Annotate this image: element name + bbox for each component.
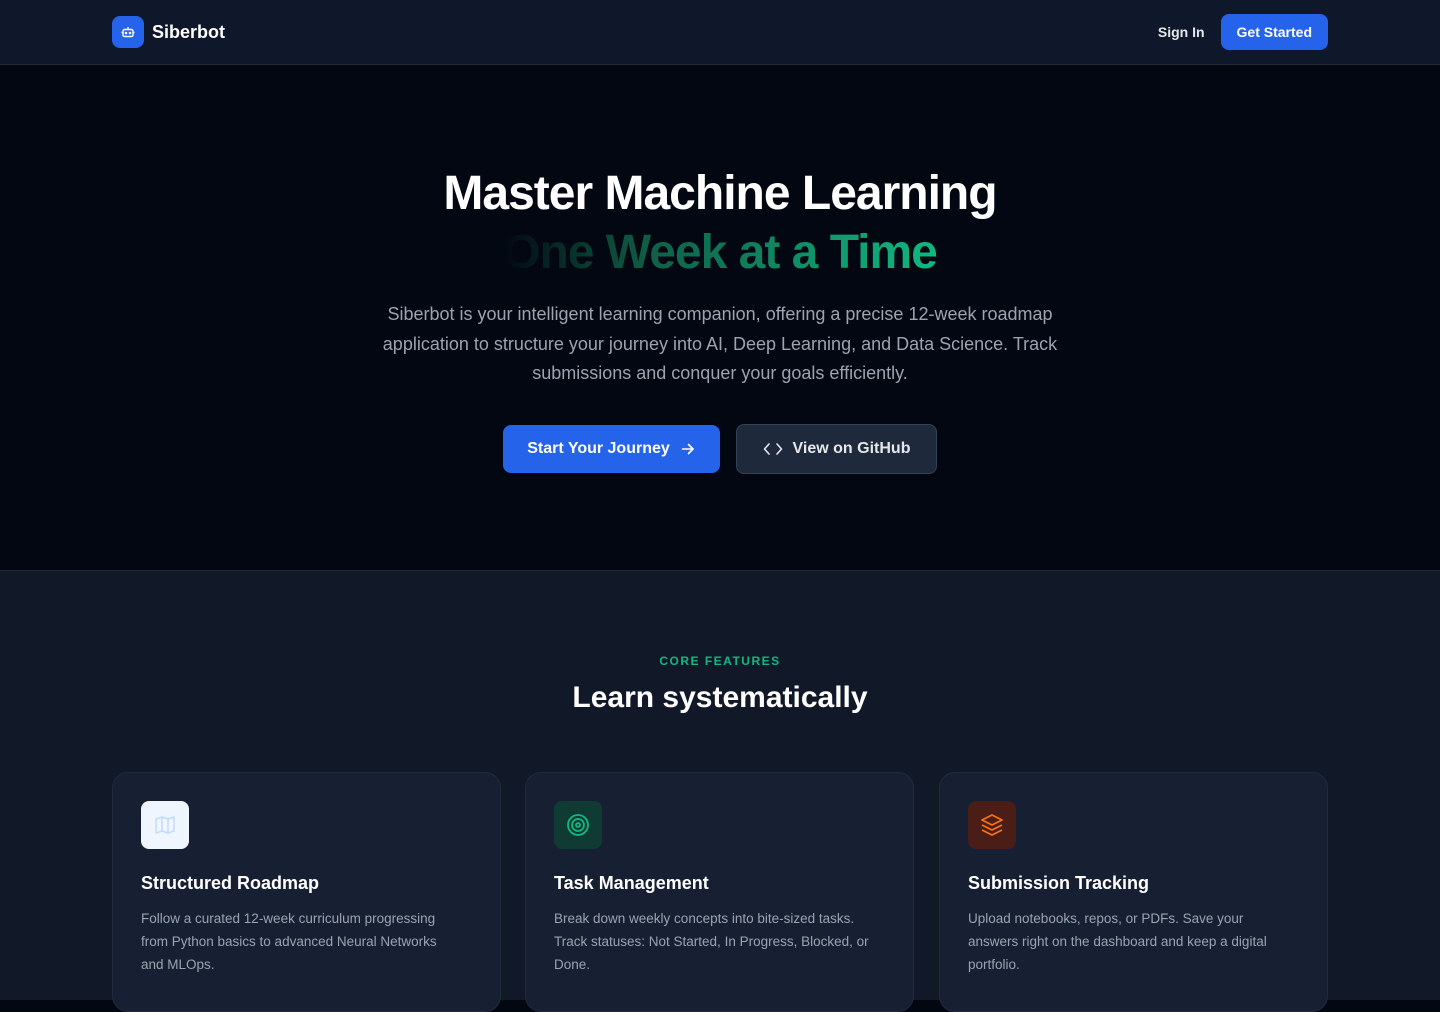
code-icon xyxy=(763,443,782,455)
feature-text: Upload notebooks, repos, or PDFs. Save y… xyxy=(968,911,1267,972)
layers-icon xyxy=(968,801,1016,849)
target-icon xyxy=(554,801,602,849)
brand-logo[interactable]: Siberbot xyxy=(112,16,225,48)
features-eyebrow: CORE FEATURES xyxy=(659,654,781,668)
view-github-label: View on GitHub xyxy=(792,440,911,457)
start-journey-label: Start Your Journey xyxy=(527,440,670,457)
feature-card-submissions: Submission Tracking Upload notebooks, re… xyxy=(939,772,1328,1012)
hero-title-highlight: One Week at a Time xyxy=(0,223,1440,283)
get-started-button[interactable]: Get Started xyxy=(1220,14,1328,50)
hero-subtitle: Siberbot is your intelligent learning co… xyxy=(382,304,1058,383)
map-icon xyxy=(141,801,189,849)
feature-title: Task Management xyxy=(554,873,709,893)
feature-title: Submission Tracking xyxy=(968,873,1150,893)
top-nav: Siberbot Sign In Get Started xyxy=(0,0,1440,65)
features-section: CORE FEATURES Learn systematically Struc… xyxy=(0,570,1440,1012)
brand-name: Siberbot xyxy=(152,21,226,42)
sign-in-link[interactable]: Sign In xyxy=(1158,24,1205,40)
feature-title: Structured Roadmap xyxy=(141,873,320,893)
hero-section: Master Machine Learning One Week at a Ti… xyxy=(0,65,1440,570)
view-github-button[interactable]: View on GitHub xyxy=(736,424,937,474)
hero-title: Master Machine Learning xyxy=(443,167,997,220)
feature-card-roadmap: Structured Roadmap Follow a curated 12-w… xyxy=(112,772,501,1012)
feature-text: Break down weekly concepts into bite-siz… xyxy=(554,911,869,972)
feature-card-tasks: Task Management Break down weekly concep… xyxy=(525,772,914,1012)
bot-icon xyxy=(112,16,144,48)
arrow-right-icon xyxy=(681,443,694,455)
features-title: Learn systematically xyxy=(572,681,868,714)
feature-text: Follow a curated 12-week curriculum prog… xyxy=(141,911,437,972)
start-journey-button[interactable]: Start Your Journey xyxy=(503,425,720,473)
